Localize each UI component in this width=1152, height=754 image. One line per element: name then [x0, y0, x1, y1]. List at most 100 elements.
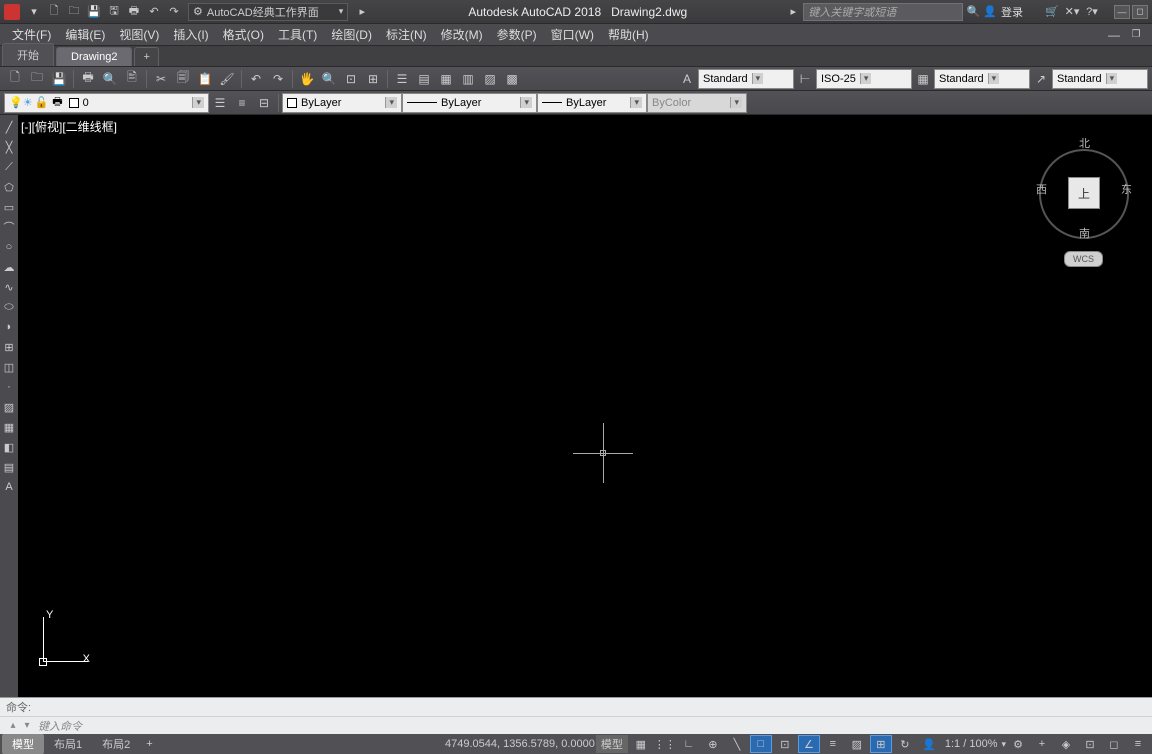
osnap-toggle-icon[interactable]: □ — [750, 735, 772, 753]
sheet-set-icon[interactable]: ▤ — [414, 69, 434, 89]
spline-icon[interactable]: ∿ — [1, 278, 17, 296]
text-style-icon[interactable]: A — [677, 69, 697, 89]
dim-style-dropdown[interactable]: ISO-25▾ — [816, 69, 912, 89]
pan-icon[interactable]: 🖐 — [297, 69, 317, 89]
paste-icon[interactable]: 📋 — [195, 69, 215, 89]
hardware-icon[interactable]: ⊡ — [1079, 735, 1101, 753]
menu-insert[interactable]: 插入(I) — [167, 24, 214, 45]
gradient-icon[interactable]: ▦ — [1, 418, 17, 436]
app-icon[interactable] — [4, 4, 20, 20]
doc-minimize-button[interactable]: — — [1105, 26, 1123, 44]
block-icon[interactable]: ◫ — [1, 358, 17, 376]
status-coordinates[interactable]: 4749.0544, 1356.5789, 0.0000 — [445, 738, 595, 750]
revcloud-icon[interactable]: ☁ — [1, 258, 17, 276]
table-style-dropdown[interactable]: Standard▾ — [934, 69, 1030, 89]
qat-saveas-icon[interactable]: 🖫 — [105, 3, 123, 21]
minimize-button[interactable]: — — [1114, 5, 1130, 19]
person-icon[interactable]: 👤 — [918, 735, 940, 753]
publish-icon[interactable]: 🖹 — [122, 69, 142, 89]
properties-icon[interactable]: ☰ — [392, 69, 412, 89]
qat-share-icon[interactable]: ▸ — [353, 3, 371, 21]
viewcube-top[interactable]: 上 — [1068, 177, 1100, 209]
linetype-dropdown[interactable]: ByLayer▾ — [402, 93, 537, 113]
menu-edit[interactable]: 编辑(E) — [59, 24, 111, 45]
point-icon[interactable]: · — [1, 378, 17, 396]
menu-parametric[interactable]: 参数(P) — [491, 24, 543, 45]
text-style-dropdown[interactable]: Standard▾ — [698, 69, 794, 89]
open-icon[interactable]: 🗀 — [27, 69, 47, 89]
tab-layout1[interactable]: 布局1 — [44, 734, 92, 754]
help-icon[interactable]: ?▾ — [1083, 3, 1101, 21]
menu-format[interactable]: 格式(O) — [217, 24, 270, 45]
redo-icon[interactable]: ↷ — [268, 69, 288, 89]
bylayer-color-dropdown[interactable]: ByLayer▾ — [282, 93, 402, 113]
tab-drawing2[interactable]: Drawing2 — [56, 47, 132, 66]
tab-layout2[interactable]: 布局2 — [92, 734, 140, 754]
viewcube-north[interactable]: 北 — [1079, 135, 1090, 151]
transparency-toggle-icon[interactable]: ▨ — [846, 735, 868, 753]
otrack-toggle-icon[interactable]: ∠ — [798, 735, 820, 753]
qat-new-icon[interactable]: ▾ — [25, 3, 43, 21]
menu-tools[interactable]: 工具(T) — [272, 24, 323, 45]
tab-model[interactable]: 模型 — [2, 734, 44, 754]
isodraft-toggle-icon[interactable]: ╲ — [726, 735, 748, 753]
mleader-style-dropdown[interactable]: Standard▾ — [1052, 69, 1148, 89]
menu-view[interactable]: 视图(V) — [113, 24, 165, 45]
model-viewport[interactable]: [-][俯视][二维线框] Y X 北 南 西 东 上 WCS — [18, 115, 1152, 697]
menu-draw[interactable]: 绘图(D) — [325, 24, 378, 45]
layer-manager-icon[interactable]: ☰ — [210, 93, 230, 113]
exchange-icon[interactable]: ✕▾ — [1063, 3, 1081, 21]
snap-toggle-icon[interactable]: ⋮⋮ — [654, 735, 676, 753]
command-input[interactable]: ▴ ▾ 键入命令 — [0, 716, 1152, 734]
ellipse-arc-icon[interactable]: ◗ — [1, 318, 17, 336]
save-icon[interactable]: 💾 — [49, 69, 69, 89]
tool-palette-icon[interactable]: ▦ — [436, 69, 456, 89]
copy-icon[interactable]: 🗐 — [173, 69, 193, 89]
workspace-selector[interactable]: ⚙ AutoCAD经典工作界面 ▾ — [188, 3, 348, 21]
new-icon[interactable]: 🗋 — [5, 69, 25, 89]
search-icon[interactable]: 🔍 — [964, 3, 982, 21]
menu-icon[interactable]: ≡ — [1127, 735, 1149, 753]
zoom-icon[interactable]: 🔍 — [319, 69, 339, 89]
model-space-button[interactable]: 模型 — [596, 735, 628, 753]
layer-states-icon[interactable]: ⊟ — [254, 93, 274, 113]
menu-help[interactable]: 帮助(H) — [602, 24, 655, 45]
layer-dropdown[interactable]: 💡☀🔓🖶 0 ▾ — [4, 93, 209, 113]
dyn-input-toggle-icon[interactable]: ⊞ — [870, 735, 892, 753]
sign-in-button[interactable]: 👤 登录 — [983, 4, 1023, 20]
cycling-toggle-icon[interactable]: ↻ — [894, 735, 916, 753]
cart-icon[interactable]: 🛒 — [1043, 3, 1061, 21]
qat-undo-icon[interactable]: ↶ — [145, 3, 163, 21]
polar-toggle-icon[interactable]: ⊕ — [702, 735, 724, 753]
region-icon[interactable]: ◧ — [1, 438, 17, 456]
preview-icon[interactable]: 🔍 — [100, 69, 120, 89]
plot-icon[interactable]: 🖶 — [78, 69, 98, 89]
viewcube-east[interactable]: 东 — [1121, 181, 1132, 197]
layer-prev-icon[interactable]: ≡ — [232, 93, 252, 113]
ortho-toggle-icon[interactable]: ∟ — [678, 735, 700, 753]
xline-icon[interactable]: ╳ — [1, 138, 17, 156]
customize-icon[interactable]: + — [1031, 735, 1053, 753]
plot-style-dropdown[interactable]: ByColor▾ — [647, 93, 747, 113]
grid-toggle-icon[interactable]: ▦ — [630, 735, 652, 753]
viewcube-south[interactable]: 南 — [1079, 225, 1090, 241]
ellipse-icon[interactable]: ⬭ — [1, 298, 17, 316]
table-style-icon[interactable]: ▦ — [913, 69, 933, 89]
iso-icon[interactable]: ◈ — [1055, 735, 1077, 753]
arc-icon[interactable]: ⌒ — [1, 218, 17, 236]
viewcube-wcs[interactable]: WCS — [1064, 251, 1103, 267]
maximize-button[interactable]: ◻ — [1132, 5, 1148, 19]
search-input[interactable]: 键入关键字或短语 — [803, 3, 963, 21]
mtext-icon[interactable]: A — [1, 478, 17, 496]
menu-dimension[interactable]: 标注(N) — [380, 24, 433, 45]
hatch-icon[interactable]: ▨ — [1, 398, 17, 416]
calc-icon[interactable]: ▥ — [458, 69, 478, 89]
menu-file[interactable]: 文件(F) — [6, 24, 57, 45]
viewcube-west[interactable]: 西 — [1036, 181, 1047, 197]
dim-style-icon[interactable]: ⊢ — [795, 69, 815, 89]
undo-icon[interactable]: ↶ — [246, 69, 266, 89]
zoom-prev-icon[interactable]: ⊞ — [363, 69, 383, 89]
match-icon[interactable]: 🖌 — [217, 69, 237, 89]
cut-icon[interactable]: ✂ — [151, 69, 171, 89]
qat-redo-icon[interactable]: ↷ — [165, 3, 183, 21]
